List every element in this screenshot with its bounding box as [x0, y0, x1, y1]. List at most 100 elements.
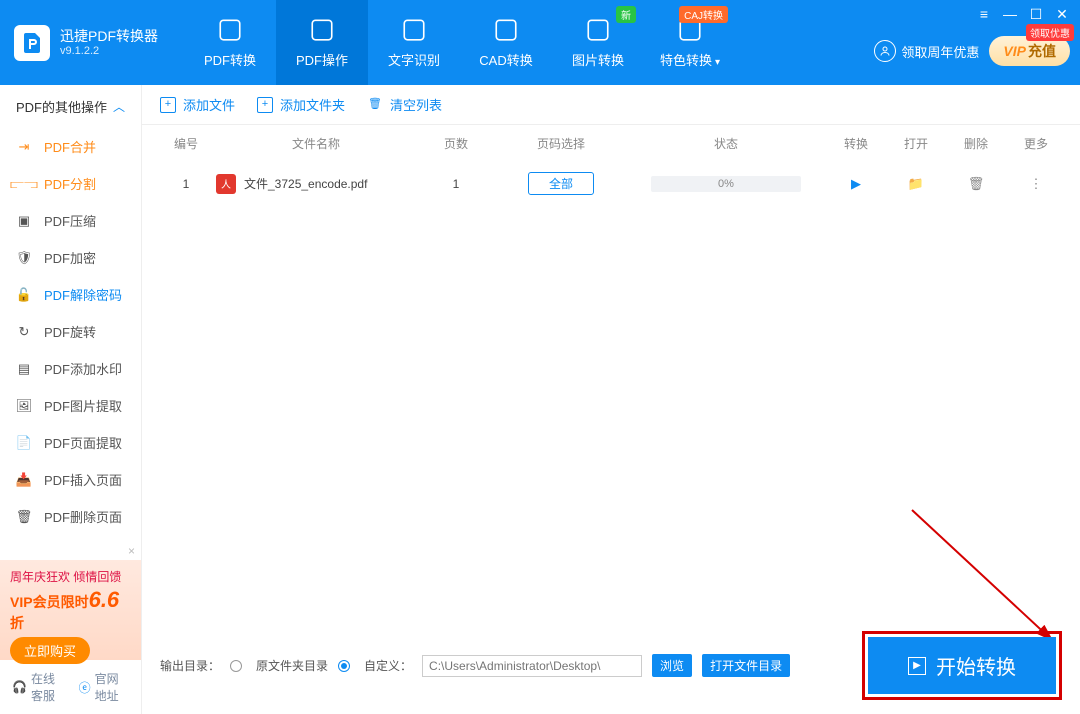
chevron-up-icon: ︿ — [113, 98, 125, 115]
output-label: 输出目录： — [160, 657, 220, 674]
sidebar-item-PDF插入页面[interactable]: 📥PDF插入页面 — [0, 461, 141, 498]
col-convert: 转换 — [826, 135, 886, 152]
table-body: 1 人文件_3725_encode.pdf 1 全部 0% ▶ 📁 🗑 ⋮ — [142, 162, 1080, 205]
start-convert-button[interactable]: ▶ 开始转换 — [868, 637, 1056, 694]
sidebar-item-icon: ▣ — [16, 213, 32, 229]
sidebar-item-icon: ⇥ — [16, 139, 32, 155]
cell-no: 1 — [156, 177, 216, 191]
sidebar-item-label: PDF图片提取 — [44, 396, 122, 415]
sidebar-item-PDF图片提取[interactable]: 🖼PDF图片提取 — [0, 387, 141, 424]
more-icon[interactable]: ⋮ — [1006, 176, 1066, 192]
convert-icon[interactable]: ▶ — [826, 176, 886, 192]
sidebar-item-PDF压缩[interactable]: ▣ PDF压缩 — [0, 202, 141, 239]
globe-icon: ⓔ — [79, 679, 91, 696]
page-select-button[interactable]: 全部 — [528, 172, 594, 195]
promo-close-icon[interactable]: × — [128, 544, 135, 558]
tab-label: CAD转换 — [479, 50, 532, 69]
sidebar-item-label: PDF分割 — [44, 174, 96, 193]
promo-line2: VIP会员限时6.6折 — [10, 587, 131, 633]
sidebar-item-PDF分割[interactable]: ⫍⫎ PDF分割 — [0, 165, 141, 202]
col-no: 编号 — [156, 135, 216, 152]
browse-button[interactable]: 浏览 — [652, 654, 692, 677]
tab-label: PDF转换 — [204, 50, 256, 69]
minimize-icon[interactable]: — — [1002, 6, 1018, 23]
add-file-button[interactable]: +添加文件 — [160, 95, 235, 114]
content-area: +添加文件 +添加文件夹 🗑清空列表 编号 文件名称 页数 页码选择 状态 转换… — [142, 85, 1080, 714]
anniversary-label: 领取周年优惠 — [901, 42, 979, 61]
app-title: 迅捷PDF转换器 — [60, 28, 158, 45]
app-version: v9.1.2.2 — [60, 45, 158, 57]
sidebar-item-label: PDF页面提取 — [44, 433, 122, 452]
online-service-link[interactable]: 🎧在线客服 — [12, 670, 65, 704]
sidebar-item-icon: 🔓 — [16, 287, 32, 303]
output-path-input[interactable] — [422, 655, 642, 677]
open-icon[interactable]: 📁 — [886, 176, 946, 192]
sidebar-item-icon: ⫍⫎ — [16, 176, 32, 192]
open-folder-button[interactable]: 打开文件目录 — [702, 654, 790, 677]
main-tabs: PDF转换 PDF操作 文字识别 CAD转换 图片转换新特色转换▾CAJ转换 — [184, 0, 736, 85]
col-status: 状态 — [626, 135, 826, 152]
sidebar-item-icon: 📄 — [16, 435, 32, 451]
col-name: 文件名称 — [216, 135, 416, 152]
buy-now-button[interactable]: 立即购买 — [10, 637, 90, 664]
user-icon — [874, 40, 896, 62]
sidebar-list: ⇥ PDF合并 ⫍⫎ PDF分割 ▣ PDF压缩 🛡PDF加密🔓PDF解除密码↻PDF旋转▤… — [0, 128, 141, 560]
sidebar-item-PDF加密[interactable]: 🛡PDF加密 — [0, 239, 141, 276]
sidebar-item-PDF删除页面[interactable]: 🗑PDF删除页面 — [0, 498, 141, 535]
sidebar-item-label: PDF旋转 — [44, 322, 96, 341]
tab-icon — [584, 16, 612, 44]
radio-original-folder[interactable] — [230, 660, 242, 672]
footer-links: 🎧在线客服 ⓔ官网地址 — [0, 660, 141, 714]
add-folder-icon: + — [257, 97, 273, 113]
vip-prefix: VIP — [1003, 43, 1026, 59]
progress-bar: 0% — [651, 176, 801, 192]
add-folder-button[interactable]: +添加文件夹 — [257, 95, 345, 114]
toolbar: +添加文件 +添加文件夹 🗑清空列表 — [142, 85, 1080, 125]
vip-tag: 领取优惠 — [1026, 24, 1074, 41]
menu-icon[interactable]: ≡ — [976, 6, 992, 23]
website-link[interactable]: ⓔ官网地址 — [79, 670, 129, 704]
col-open: 打开 — [886, 135, 946, 152]
sidebar-item-PDF添加水印[interactable]: ▤PDF添加水印 — [0, 350, 141, 387]
maximize-icon[interactable]: ☐ — [1028, 6, 1044, 23]
tab-PDF转换[interactable]: PDF转换 — [184, 0, 276, 85]
tab-特色转换[interactable]: 特色转换▾CAJ转换 — [644, 0, 736, 85]
close-icon[interactable]: ✕ — [1054, 6, 1070, 23]
tab-图片转换[interactable]: 图片转换新 — [552, 0, 644, 85]
sidebar-item-PDF合并[interactable]: ⇥ PDF合并 — [0, 128, 141, 165]
promo-box[interactable]: × 周年庆狂欢 倾情回馈 VIP会员限时6.6折 立即购买 — [0, 560, 141, 660]
bottom-bar: 输出目录： 原文件夹目录 自定义： 浏览 打开文件目录 ▶ 开始转换 — [142, 631, 1080, 700]
sidebar-item-PDF解除密码[interactable]: 🔓PDF解除密码 — [0, 276, 141, 313]
titlebar: 迅捷PDF转换器 v9.1.2.2 PDF转换 PDF操作 文字识别 CAD转换 图片转… — [0, 0, 1080, 85]
sidebar-item-label: PDF合并 — [44, 137, 96, 156]
sidebar-header[interactable]: PDF的其他操作 ︿ — [0, 85, 141, 128]
radio-custom[interactable] — [338, 660, 350, 672]
sidebar-item-PDF旋转[interactable]: ↻PDF旋转 — [0, 313, 141, 350]
tab-文字识别[interactable]: 文字识别 — [368, 0, 460, 85]
start-label: 开始转换 — [936, 651, 1016, 680]
add-file-icon: + — [160, 97, 176, 113]
tab-icon — [400, 16, 428, 44]
table-row: 1 人文件_3725_encode.pdf 1 全部 0% ▶ 📁 🗑 ⋮ — [142, 162, 1080, 205]
sidebar-item-label: PDF添加水印 — [44, 359, 122, 378]
sidebar-item-icon: 🛡 — [16, 250, 32, 266]
tab-label: PDF操作 — [296, 50, 348, 69]
headset-icon: 🎧 — [12, 680, 27, 694]
tab-PDF操作[interactable]: PDF操作 — [276, 0, 368, 85]
col-delete: 删除 — [946, 135, 1006, 152]
sidebar-item-PDF页面提取[interactable]: 📄 PDF页面提取 — [0, 424, 141, 461]
delete-icon[interactable]: 🗑 — [946, 176, 1006, 192]
clear-list-button[interactable]: 🗑清空列表 — [367, 95, 442, 114]
pdf-icon: 人 — [216, 174, 236, 194]
tab-label: 文字识别 — [388, 50, 440, 69]
play-icon: ▶ — [908, 657, 926, 675]
vip-button[interactable]: 领取优惠 VIP充值 — [989, 36, 1070, 66]
sidebar-item-label: PDF删除页面 — [44, 507, 122, 526]
start-highlight: ▶ 开始转换 — [862, 631, 1062, 700]
tab-badge: 新 — [616, 6, 636, 23]
sidebar-item-label: PDF插入页面 — [44, 470, 122, 489]
anniversary-link[interactable]: 领取周年优惠 — [874, 40, 979, 62]
col-more: 更多 — [1006, 135, 1066, 152]
tab-CAD转换[interactable]: CAD转换 — [460, 0, 552, 85]
sidebar-item-label: PDF压缩 — [44, 211, 96, 230]
